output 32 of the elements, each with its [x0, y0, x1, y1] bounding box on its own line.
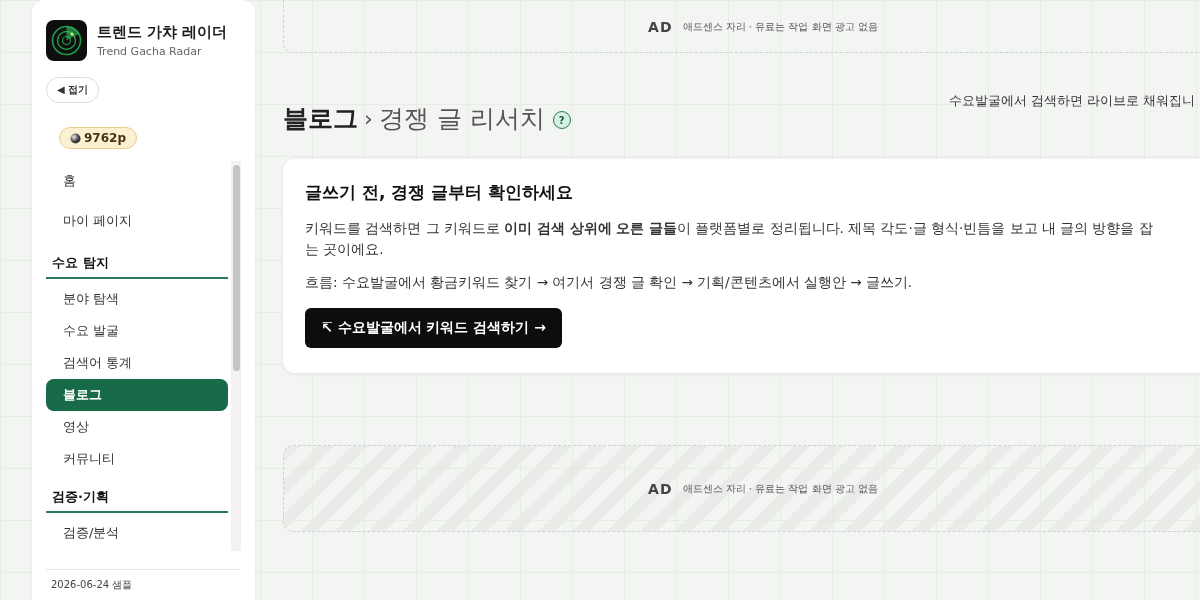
nav-section-title: 검증·기획 — [46, 475, 228, 513]
app-subtitle: Trend Gacha Radar — [97, 45, 203, 58]
nav-item[interactable]: 수요 발굴 — [46, 315, 228, 347]
app-title: 트렌드 가챠 레이더 — [97, 23, 228, 42]
status-note: 수요발굴에서 검색하면 라이브로 채워집니 — [948, 92, 1195, 110]
page-title: 경쟁 글 리서치 — [378, 102, 545, 135]
help-icon[interactable]: ? — [552, 111, 571, 129]
nav-item[interactable]: 커뮤니티 — [46, 443, 228, 475]
nav-item[interactable]: 검색어 통계 — [46, 347, 228, 379]
card-title: 글쓰기 전, 경쟁 글부터 확인하세요 — [305, 181, 575, 204]
ad-text: 애드센스 자리 · 유료는 작업 화면 광고 없음 — [682, 19, 878, 34]
nav-item[interactable]: 검증/분석 — [46, 517, 228, 549]
breadcrumb-separator: › — [364, 105, 373, 131]
breadcrumb-link[interactable]: 블로그 — [283, 101, 358, 135]
nav-item[interactable]: 분야 탐색 — [46, 283, 228, 315]
nav-item[interactable]: 블로그 — [46, 379, 228, 411]
collapse-button[interactable]: ◀ 접기 — [46, 77, 100, 103]
search-keyword-button[interactable]: ↸ 수요발굴에서 키워드 검색하기 → — [305, 308, 562, 348]
radar-icon — [46, 20, 87, 61]
card-description: 키워드를 검색하면 그 키워드로 이미 검색 상위에 오른 글들이 플랫폼별로 정리됩니다. 제목 각도·글 형식·빈틈을 보고 내 글의 방향을 잡는 곳이에요. — [305, 219, 1154, 259]
scrollbar[interactable] — [231, 161, 241, 551]
flow-text: 흐름: 수요발굴에서 황금키워드 찾기 → 여기서 경쟁 글 확인 → 기획/콘텐츠에서 실행안 → 글쓰기. — [305, 274, 914, 292]
coin-icon — [70, 132, 81, 144]
footer-text: 2026-06-24 샘플 — [51, 579, 133, 590]
points-value: 9762p — [84, 131, 126, 145]
nav-item[interactable]: 홈 — [46, 161, 228, 201]
ad-label: AD — [648, 480, 673, 497]
nav-item[interactable]: 영상 — [46, 411, 228, 443]
nav-item[interactable]: 마이 페이지 — [46, 201, 228, 241]
nav-section-title: 수요 탐지 — [46, 241, 228, 279]
ad-text: 애드센스 자리 · 유료는 작업 화면 광고 없음 — [682, 481, 878, 496]
ad-label: AD — [648, 18, 673, 35]
